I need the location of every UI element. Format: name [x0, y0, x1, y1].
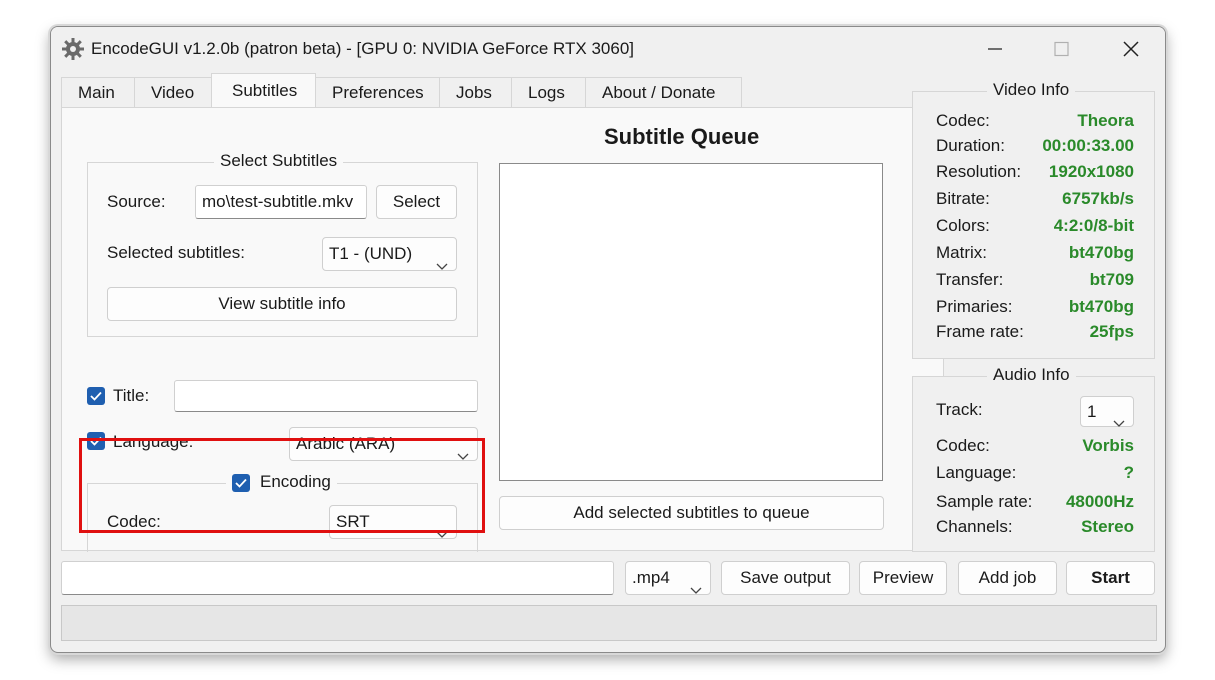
sample-rate-value: 48000Hz	[1065, 492, 1134, 511]
selected-subtitles-select[interactable]: T1 - (UND)	[322, 237, 457, 271]
transfer-value: bt709	[1089, 270, 1134, 289]
track-value: 1	[1087, 402, 1097, 421]
chevron-down-icon	[1113, 408, 1125, 437]
track-select[interactable]: 1	[1080, 396, 1134, 427]
tab-jobs[interactable]: Jobs	[439, 77, 512, 111]
preview-button[interactable]: Preview	[859, 561, 947, 595]
duration-key: Duration:	[936, 136, 1005, 155]
source-label: Source:	[107, 192, 166, 211]
primaries-key: Primaries:	[936, 297, 1013, 316]
view-subtitle-info-button[interactable]: View subtitle info	[107, 287, 457, 321]
audio-language-key: Language:	[936, 463, 1017, 482]
add-job-button[interactable]: Add job	[958, 561, 1057, 595]
audio-codec-value: Vorbis	[1082, 436, 1134, 455]
container-select[interactable]: .mp4	[625, 561, 711, 595]
track-key: Track:	[936, 400, 983, 419]
select-source-button[interactable]: Select	[376, 185, 457, 219]
channels-value: Stereo	[1081, 517, 1134, 536]
title-input[interactable]	[174, 380, 478, 412]
tab-preferences[interactable]: Preferences	[315, 77, 440, 111]
tab-logs[interactable]: Logs	[511, 77, 586, 111]
subtitle-queue-title: Subtitle Queue	[604, 124, 760, 149]
status-bar	[61, 605, 1157, 641]
sample-rate-key: Sample rate:	[936, 492, 1033, 511]
duration-value: 00:00:33.00	[1042, 136, 1134, 155]
tab-subtitles[interactable]: Subtitles	[211, 73, 316, 107]
colors-value: 4:2:0/8-bit	[1053, 216, 1134, 235]
chevron-down-icon	[436, 250, 448, 282]
audio-codec-key: Codec:	[936, 436, 990, 455]
add-to-queue-button[interactable]: Add selected subtitles to queue	[499, 496, 884, 530]
close-button[interactable]	[1111, 35, 1151, 63]
frame-rate-value: 25fps	[1089, 322, 1134, 341]
primaries-value: bt470bg	[1068, 297, 1134, 316]
matrix-value: bt470bg	[1068, 243, 1134, 262]
video-codec-key: Codec:	[936, 111, 990, 130]
audio-language-value: ?	[1123, 463, 1134, 482]
encoding-highlight	[79, 438, 485, 533]
select-subtitles-title: Select Subtitles	[214, 151, 344, 171]
output-path-input[interactable]	[61, 561, 614, 595]
maximize-button[interactable]	[1041, 35, 1081, 63]
transfer-key: Transfer:	[936, 270, 1004, 289]
select-subtitles-group: Select Subtitles Source: mo\test-subtitl…	[87, 151, 478, 337]
selected-subtitles-label: Selected subtitles:	[107, 243, 245, 262]
audio-info-title: Audio Info	[987, 365, 1076, 385]
title-label: Title:	[113, 386, 150, 405]
bitrate-key: Bitrate:	[936, 189, 990, 208]
video-info-group: Video Info Codec: Theora Duration: 00:00…	[912, 80, 1155, 359]
frame-rate-key: Frame rate:	[936, 322, 1024, 341]
video-info-title: Video Info	[987, 80, 1076, 100]
video-codec-value: Theora	[1077, 111, 1134, 130]
bitrate-value: 6757kb/s	[1062, 189, 1134, 208]
gear-icon	[61, 37, 85, 61]
tab-bar: Main Video Subtitles Preferences Jobs Lo…	[61, 73, 742, 111]
save-output-button[interactable]: Save output	[721, 561, 850, 595]
tab-about-donate[interactable]: About / Donate	[585, 77, 742, 111]
source-field[interactable]: mo\test-subtitle.mkv	[195, 185, 367, 219]
resolution-key: Resolution:	[936, 162, 1022, 181]
title-bar[interactable]: EncodeGUI v1.2.0b (patron beta) - [GPU 0…	[51, 27, 1165, 71]
colors-key: Colors:	[936, 216, 990, 235]
channels-key: Channels:	[936, 517, 1013, 536]
chevron-down-icon	[690, 574, 702, 606]
audio-info-group: Audio Info Track: 1 Codec: Vorbis Langua…	[912, 365, 1155, 552]
tab-video[interactable]: Video	[134, 77, 212, 111]
subtitle-queue-list[interactable]	[499, 163, 883, 481]
container-value: .mp4	[632, 568, 670, 587]
selected-subtitles-value: T1 - (UND)	[329, 244, 413, 263]
matrix-key: Matrix:	[936, 243, 987, 262]
start-button[interactable]: Start	[1066, 561, 1155, 595]
resolution-value: 1920x1080	[1048, 162, 1134, 181]
window-title: EncodeGUI v1.2.0b (patron beta) - [GPU 0…	[91, 39, 634, 58]
app-window: EncodeGUI v1.2.0b (patron beta) - [GPU 0…	[50, 26, 1166, 653]
tab-main[interactable]: Main	[61, 77, 135, 111]
title-checkbox[interactable]	[87, 387, 105, 405]
minimize-button[interactable]	[975, 35, 1015, 63]
